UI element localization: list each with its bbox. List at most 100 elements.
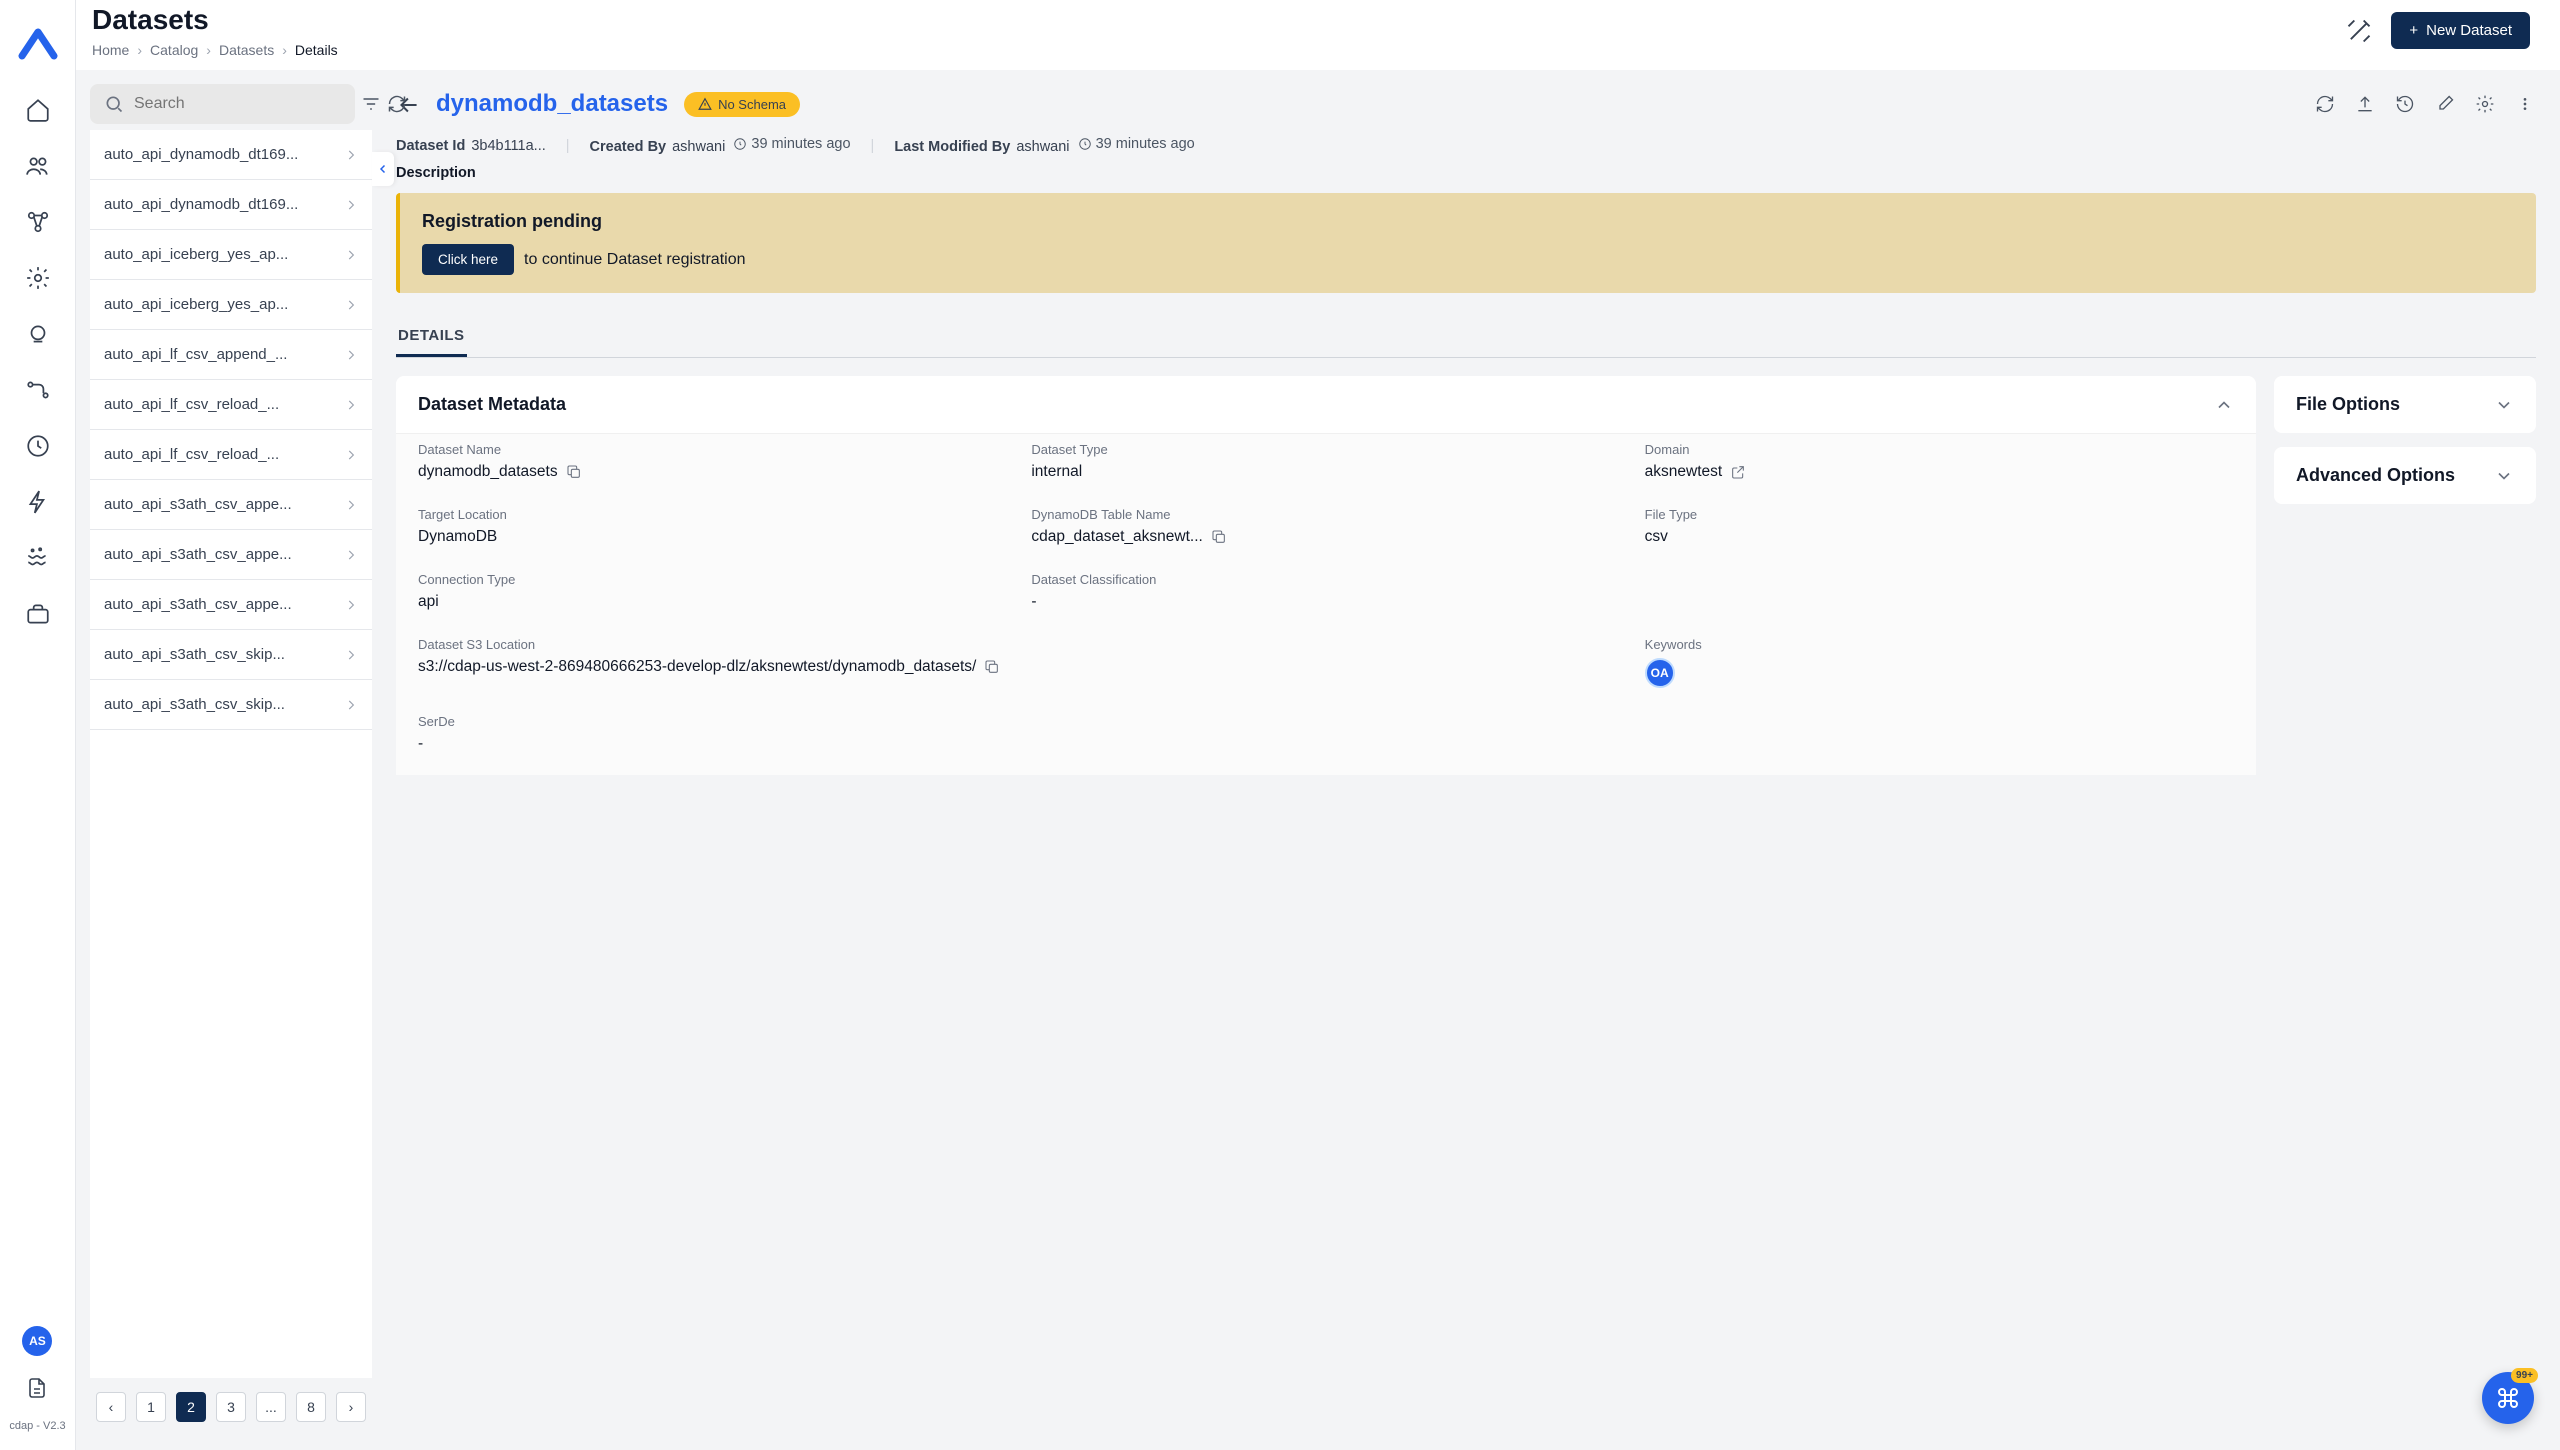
command-fab[interactable]: 99+ <box>2482 1372 2534 1424</box>
history-icon[interactable] <box>2394 93 2416 115</box>
edit-icon[interactable] <box>2434 93 2456 115</box>
metadata-card-toggle[interactable]: Dataset Metadata <box>396 376 2256 433</box>
network-icon[interactable] <box>24 208 52 236</box>
chevron-right-icon <box>344 148 358 162</box>
clock-icon[interactable] <box>24 432 52 460</box>
users-icon[interactable] <box>24 152 52 180</box>
filter-icon[interactable] <box>361 92 381 116</box>
file-options-card: File Options <box>2274 376 2536 433</box>
list-item[interactable]: auto_api_lf_csv_reload_... <box>90 380 372 430</box>
keyword-chip[interactable]: OA <box>1645 658 1675 688</box>
created-by-value: ashwani <box>672 139 725 155</box>
list-item[interactable]: auto_api_dynamodb_dt169... <box>90 180 372 230</box>
user-avatar[interactable]: AS <box>22 1326 52 1356</box>
water-icon[interactable] <box>24 544 52 572</box>
crumb-catalog[interactable]: Catalog <box>150 42 198 58</box>
upload-icon[interactable] <box>2354 93 2376 115</box>
flow-icon[interactable] <box>24 376 52 404</box>
field-label: File Type <box>1645 507 2234 522</box>
list-item[interactable]: auto_api_s3ath_csv_skip... <box>90 630 372 680</box>
field-label: SerDe <box>418 714 2234 729</box>
dataset-name-value: dynamodb_datasets <box>418 463 558 481</box>
field-label: Keywords <box>1645 637 2234 652</box>
list-item[interactable]: auto_api_s3ath_csv_appe... <box>90 480 372 530</box>
field-label: DynamoDB Table Name <box>1031 507 1620 522</box>
page-...[interactable]: ... <box>256 1392 286 1422</box>
detail-tabs: DETAILS <box>396 317 2536 358</box>
list-item[interactable]: auto_api_lf_csv_append_... <box>90 330 372 380</box>
page-next[interactable]: › <box>336 1392 366 1422</box>
plus-icon: + <box>2409 22 2418 39</box>
page-1[interactable]: 1 <box>136 1392 166 1422</box>
search-input-wrap[interactable] <box>90 84 355 124</box>
advanced-options-toggle[interactable]: Advanced Options <box>2274 447 2536 504</box>
search-input[interactable] <box>134 95 341 113</box>
collapse-sidebar-button[interactable] <box>372 152 394 186</box>
gear-icon[interactable] <box>24 264 52 292</box>
page-3[interactable]: 3 <box>216 1392 246 1422</box>
settings-gear-icon[interactable] <box>2474 93 2496 115</box>
page-2[interactable]: 2 <box>176 1392 206 1422</box>
page-title: Datasets <box>92 4 338 36</box>
home-icon[interactable] <box>24 96 52 124</box>
s3-location-value: s3://cdap-us-west-2-869480666253-develop… <box>418 658 976 676</box>
chevron-right-icon <box>344 548 358 562</box>
crumb-datasets[interactable]: Datasets <box>219 42 274 58</box>
list-item[interactable]: auto_api_iceberg_yes_ap... <box>90 280 372 330</box>
schema-badge: No Schema <box>684 92 800 117</box>
dataset-title: dynamodb_datasets <box>436 90 668 118</box>
copy-icon[interactable] <box>1211 529 1227 545</box>
document-icon[interactable] <box>23 1374 51 1402</box>
banner-click-here-button[interactable]: Click here <box>422 244 514 275</box>
copy-icon[interactable] <box>566 464 582 480</box>
chevron-up-icon <box>2214 395 2234 415</box>
tools-icon[interactable] <box>2345 17 2373 45</box>
briefcase-icon[interactable] <box>24 600 52 628</box>
banner-title: Registration pending <box>422 211 2514 232</box>
dataset-sidebar: auto_api_dynamodb_dt169...auto_api_dynam… <box>76 70 372 1450</box>
field-label: Target Location <box>418 507 1007 522</box>
target-location-value: DynamoDB <box>418 528 1007 546</box>
refresh-icon[interactable] <box>387 92 407 116</box>
modified-time: 39 minutes ago <box>1096 136 1195 152</box>
field-label: Dataset S3 Location <box>418 637 1621 652</box>
version-label: cdap - V2.3 <box>9 1420 65 1432</box>
page-prev[interactable]: ‹ <box>96 1392 126 1422</box>
list-item[interactable]: auto_api_s3ath_csv_skip... <box>90 680 372 730</box>
detail-panel: dynamodb_datasets No Schema <box>372 70 2560 1450</box>
pagination: ‹ 123... 8 › <box>90 1378 372 1436</box>
search-icon <box>104 94 124 114</box>
new-dataset-button[interactable]: + New Dataset <box>2391 12 2530 49</box>
list-item[interactable]: auto_api_s3ath_csv_appe... <box>90 580 372 630</box>
chevron-right-icon <box>344 598 358 612</box>
prediction-icon[interactable] <box>24 320 52 348</box>
tab-details[interactable]: DETAILS <box>396 317 467 357</box>
external-link-icon[interactable] <box>1730 464 1746 480</box>
page-8[interactable]: 8 <box>296 1392 326 1422</box>
bolt-icon[interactable] <box>24 488 52 516</box>
dataset-id-value: 3b4b111a... <box>471 138 545 154</box>
list-item[interactable]: auto_api_lf_csv_reload_... <box>90 430 372 480</box>
banner-text: to continue Dataset registration <box>524 251 745 269</box>
modified-by-value: ashwani <box>1016 139 1069 155</box>
app-logo <box>14 20 62 68</box>
chevron-right-icon <box>344 298 358 312</box>
dataset-type-value: internal <box>1031 463 1620 481</box>
serde-value: - <box>418 735 2234 753</box>
chevron-right-icon <box>344 348 358 362</box>
chevron-right-icon <box>344 498 358 512</box>
list-item[interactable]: auto_api_dynamodb_dt169... <box>90 130 372 180</box>
connection-type-value: api <box>418 593 1007 611</box>
more-icon[interactable] <box>2514 93 2536 115</box>
chevron-right-icon <box>344 648 358 662</box>
description-label: Description <box>396 165 2536 181</box>
chevron-right-icon <box>344 398 358 412</box>
sync-icon[interactable] <box>2314 93 2336 115</box>
list-item[interactable]: auto_api_s3ath_csv_appe... <box>90 530 372 580</box>
crumb-home[interactable]: Home <box>92 42 129 58</box>
top-header: Datasets Home › Catalog › Datasets › Det… <box>76 0 2560 70</box>
card-title: File Options <box>2296 394 2400 415</box>
copy-icon[interactable] <box>984 659 1000 675</box>
file-options-toggle[interactable]: File Options <box>2274 376 2536 433</box>
list-item[interactable]: auto_api_iceberg_yes_ap... <box>90 230 372 280</box>
